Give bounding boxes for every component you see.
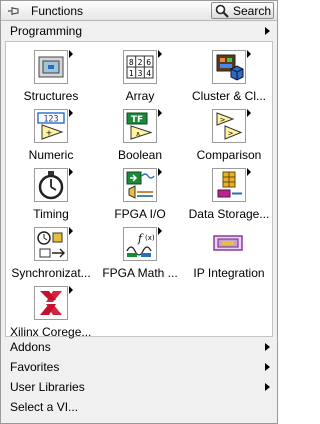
palette-item-structures[interactable]: Structures (6, 46, 96, 104)
expand-arrow-icon (265, 343, 270, 351)
palette-item-comparison[interactable]: > > Comparison (184, 105, 274, 163)
functions-palette: Functions Search Programming Structures (0, 0, 278, 424)
category-favorites[interactable]: Favorites (1, 357, 277, 377)
svg-text:∧: ∧ (135, 130, 140, 138)
palette-item-boolean[interactable]: TF ∧ Boolean (95, 105, 185, 163)
item-label: FPGA Math ... (102, 266, 178, 280)
item-label: FPGA I/O (114, 207, 166, 221)
palette-item-ip-integration[interactable]: IP Integration (184, 223, 274, 281)
submenu-arrow-icon (158, 227, 162, 235)
palette-item-fpga-io[interactable]: FPGA I/O (95, 164, 185, 222)
submenu-arrow-icon (158, 168, 162, 176)
magnifier-icon (215, 4, 229, 18)
submenu-arrow-icon (247, 109, 251, 117)
timing-icon (38, 171, 64, 200)
svg-text:>: > (228, 130, 234, 138)
structures-icon (38, 56, 64, 78)
array-icon: 8 2 6 1 3 4 (126, 55, 154, 79)
submenu-arrow-icon (69, 109, 73, 117)
palette-title: Functions (31, 4, 84, 18)
fpga-io-icon (126, 171, 155, 199)
submenu-arrow-icon (158, 109, 162, 117)
synchronization-icon (37, 231, 65, 258)
expand-arrow-icon (265, 363, 270, 371)
palette-titlebar: Functions Search (1, 1, 277, 21)
category-favorites-label: Favorites (10, 360, 60, 374)
data-storage-icon (217, 171, 242, 198)
item-label: Timing (33, 207, 69, 221)
category-programming-label: Programming (10, 24, 83, 38)
item-label: Array (125, 89, 155, 103)
numeric-icon-text: 123 (43, 115, 58, 125)
ip-integration-icon (213, 235, 243, 251)
category-addons-label: Addons (10, 340, 51, 354)
item-label: Comparison (196, 148, 262, 162)
item-label: Structures (23, 89, 79, 103)
array-cell-text: 6 (146, 58, 151, 67)
item-label: Synchronizat... (11, 266, 91, 280)
submenu-arrow-icon (247, 50, 251, 58)
palette-item-data-storage[interactable]: Data Storage... (184, 164, 274, 222)
numeric-icon: 123 + (37, 112, 65, 140)
boolean-icon: TF ∧ (126, 112, 153, 140)
programming-subpalette: Structures 8 2 6 1 3 4 Array Cluster & C… (5, 41, 274, 340)
search-button[interactable]: Search (211, 2, 274, 19)
expand-arrow-icon (265, 383, 270, 391)
palette-item-xilinx-coregen[interactable]: Xilinx Corege... (6, 282, 96, 340)
pushpin-icon[interactable] (7, 4, 21, 18)
palette-item-fpga-math[interactable]: f (x) FPGA Math ... (95, 223, 185, 281)
palette-item-array[interactable]: 8 2 6 1 3 4 Array (95, 46, 185, 104)
palette-item-timing[interactable]: Timing (6, 164, 96, 222)
submenu-arrow-icon (69, 168, 73, 176)
submenu-arrow-icon (247, 168, 251, 176)
palette-item-synchronization[interactable]: Synchronizat... (6, 223, 96, 281)
fpga-math-icon: f (x) (126, 232, 155, 257)
comparison-icon: > > (216, 112, 243, 140)
xilinx-coregen-icon (40, 291, 62, 315)
expand-arrow-icon (265, 27, 270, 35)
svg-text:f: f (137, 232, 144, 245)
array-cell-text: 3 (138, 69, 143, 78)
item-label: Numeric (28, 148, 74, 162)
array-cell-text: 4 (146, 69, 151, 78)
cluster-icon (216, 54, 244, 81)
item-label: Cluster & Cl... (191, 89, 266, 103)
category-user-libraries[interactable]: User Libraries (1, 377, 277, 397)
svg-text:+: + (46, 129, 53, 138)
item-label: Boolean (117, 148, 163, 162)
boolean-icon-text: TF (131, 115, 143, 125)
search-button-label: Search (233, 4, 272, 18)
submenu-arrow-icon (69, 227, 73, 235)
select-vi-item[interactable]: Select a VI... (1, 397, 277, 417)
palette-item-cluster[interactable]: Cluster & Cl... (184, 46, 274, 104)
submenu-arrow-icon (158, 50, 162, 58)
palette-item-numeric[interactable]: 123 + Numeric (6, 105, 96, 163)
array-cell-text: 8 (129, 58, 134, 67)
item-label: Data Storage... (188, 207, 270, 221)
submenu-arrow-icon (69, 286, 73, 294)
item-label: IP Integration (193, 266, 265, 280)
category-programming[interactable]: Programming (1, 21, 277, 41)
array-cell-text: 2 (138, 58, 143, 67)
submenu-arrow-icon (69, 50, 73, 58)
category-user-libraries-label: User Libraries (10, 380, 85, 394)
category-addons[interactable]: Addons (1, 337, 277, 357)
array-cell-text: 1 (129, 69, 134, 78)
svg-text:>: > (220, 116, 226, 124)
svg-text:(x): (x) (145, 234, 155, 242)
select-vi-label: Select a VI... (10, 400, 79, 414)
